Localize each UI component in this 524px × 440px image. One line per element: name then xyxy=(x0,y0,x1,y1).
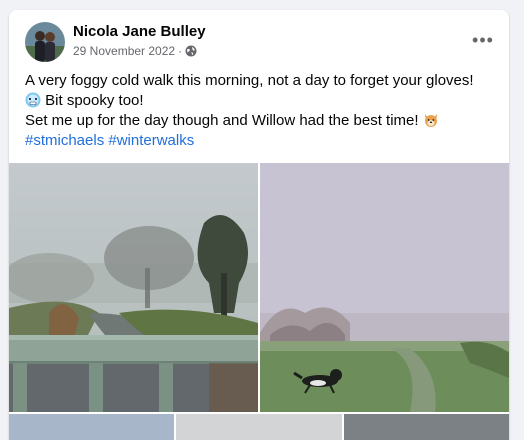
photo-grid xyxy=(9,163,509,440)
author-avatar[interactable] xyxy=(25,22,65,62)
photo-bottom-left[interactable] xyxy=(9,414,174,440)
post-meta: 29 November 2022 · xyxy=(73,44,197,58)
photo-dog-field[interactable] xyxy=(260,163,509,412)
globe-icon[interactable] xyxy=(185,45,197,57)
hashtag-stmichaels[interactable]: #stmichaels xyxy=(25,132,104,149)
cold-face-emoji xyxy=(25,92,41,108)
hashtag-winterwalks[interactable]: #winterwalks xyxy=(108,132,194,149)
photo-bottom-right[interactable] xyxy=(344,414,509,440)
post-text-line-2: Bit spooky too! xyxy=(25,91,495,111)
post-text-line-2-content: Bit spooky too! xyxy=(45,92,144,109)
post-text-line-3-content: Set me up for the day though and Willow … xyxy=(25,112,419,129)
dog-face-emoji xyxy=(423,112,439,128)
more-options-icon[interactable]: ••• xyxy=(469,28,497,52)
post-text-line-3: Set me up for the day though and Willow … xyxy=(25,111,495,131)
post-date[interactable]: 29 November 2022 xyxy=(73,44,175,58)
meta-separator: · xyxy=(178,44,183,58)
hashtags: #stmichaels #winterwalks xyxy=(25,131,495,151)
post-text-line-1: A very foggy cold walk this morning, not… xyxy=(25,72,474,89)
photo-river-bridge[interactable] xyxy=(9,163,258,412)
post-text: A very foggy cold walk this morning, not… xyxy=(25,71,495,151)
author-name[interactable]: Nicola Jane Bulley xyxy=(73,23,206,40)
photo-bottom-middle[interactable] xyxy=(176,414,342,440)
facebook-post-card: Nicola Jane Bulley 29 November 2022 · ••… xyxy=(9,10,509,440)
